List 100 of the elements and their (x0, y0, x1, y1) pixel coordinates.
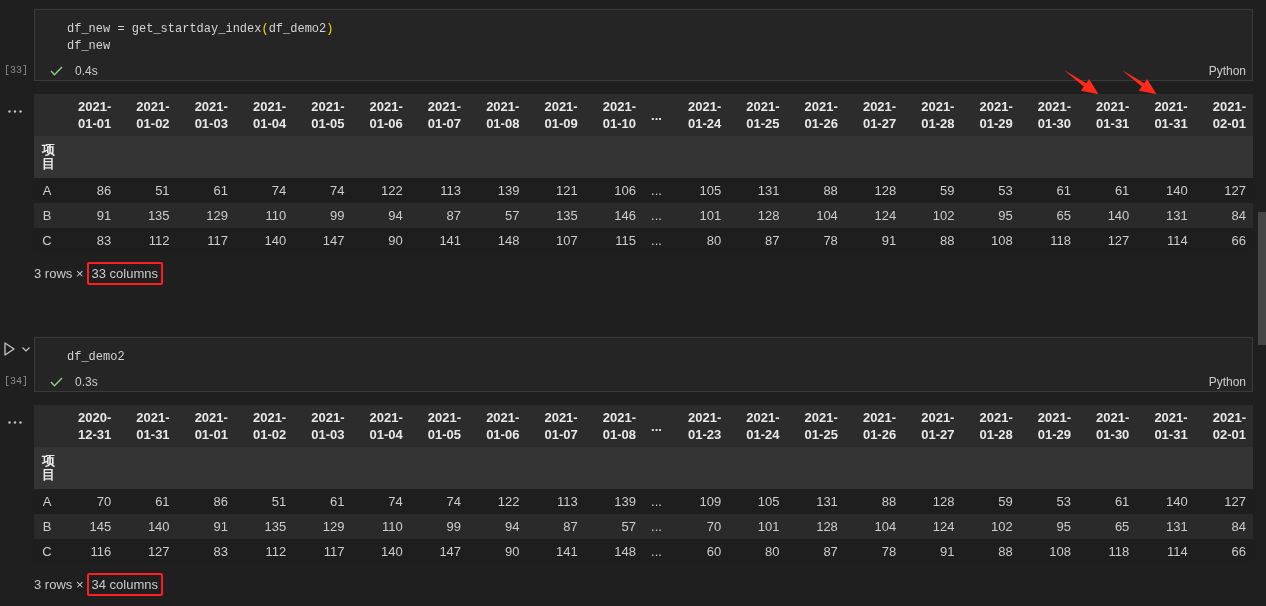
column-header: 2021-01-10 (602, 99, 636, 131)
column-header: 2021-01-02 (136, 99, 170, 131)
code-cell[interactable]: df_demo2 0.3s Python (34, 337, 1253, 392)
execution-time: 0.4s (75, 64, 98, 78)
table-cell: 57 (584, 514, 643, 539)
row-label: B (34, 514, 60, 539)
table-cell: ... (642, 203, 670, 228)
table-shape-text: 3 rows × (34, 266, 84, 281)
table-cell: 61 (176, 178, 235, 203)
column-header: 2021-01-29 (1037, 410, 1072, 442)
table-cell: 59 (961, 489, 1020, 514)
table-cell: 113 (526, 489, 585, 514)
column-header: 2021-01-01 (78, 99, 112, 131)
table-cell: 128 (903, 489, 962, 514)
table-cell: 87 (786, 539, 845, 564)
table-cell: 80 (669, 228, 729, 253)
table-cell: 105 (669, 178, 729, 203)
table-cell: 88 (903, 228, 962, 253)
table-cell: 140 (118, 514, 177, 539)
column-header: 2021-01-24 (746, 410, 780, 442)
table-cell: 112 (118, 228, 177, 253)
table-cell: 101 (728, 514, 787, 539)
table-cell: 127 (118, 539, 177, 564)
table-cell: 99 (409, 514, 469, 539)
column-header: 2021-01-07 (544, 410, 578, 442)
table-cell: 94 (351, 203, 410, 228)
table-cell: 95 (961, 203, 1020, 228)
table-cell: 70 (60, 489, 119, 514)
table-cell: 121 (526, 178, 585, 203)
ellipsis-icon[interactable] (8, 421, 22, 424)
table-cell: 86 (60, 178, 119, 203)
table-cell: 116 (60, 539, 119, 564)
table-cell: 61 (1078, 178, 1137, 203)
column-header: 2021-01-07 (427, 99, 462, 131)
table-cell: 127 (1194, 489, 1253, 514)
table-cell: 148 (584, 539, 643, 564)
play-icon[interactable] (4, 342, 15, 356)
column-header: 2021-01-02 (252, 410, 287, 442)
table-cell: 74 (293, 178, 352, 203)
table-cell: 118 (1078, 539, 1137, 564)
chevron-down-icon[interactable] (22, 346, 30, 352)
table-cell: 102 (961, 514, 1020, 539)
table-cell: 84 (1194, 203, 1253, 228)
ellipsis-icon[interactable] (8, 110, 22, 113)
scrollbar-thumb[interactable] (1258, 212, 1266, 345)
column-header: 2021-01-08 (486, 99, 520, 131)
table-cell: 110 (351, 514, 410, 539)
column-header: 2021-01-08 (602, 410, 636, 442)
row-label: C (34, 539, 60, 564)
table-cell: 106 (584, 178, 643, 203)
table-cell: 114 (1136, 539, 1195, 564)
table-cell: 84 (1194, 514, 1253, 539)
column-header: ... (651, 418, 662, 434)
table-cell: 129 (293, 514, 352, 539)
language-label[interactable]: Python (1208, 375, 1246, 389)
table-cell: 147 (409, 539, 469, 564)
table-cell: 65 (1019, 203, 1079, 228)
table-cell: 74 (234, 178, 294, 203)
column-header: 2021-01-06 (369, 99, 403, 131)
table-cell: 129 (176, 203, 235, 228)
column-header: 2021-01-28 (921, 99, 955, 131)
column-header: 2020-12-31 (78, 410, 112, 442)
row-label: A (34, 178, 60, 203)
table-cell: 135 (118, 203, 177, 228)
code-cell[interactable]: df_new = get_startday_index(df_demo2) df_new 0.4s Python (34, 9, 1253, 81)
table-cell: 108 (1019, 539, 1079, 564)
column-header: 2021-01-03 (194, 99, 228, 131)
column-header: 2021-01-31 (1154, 410, 1188, 442)
column-header: ... (651, 107, 662, 123)
table-cell: 102 (903, 203, 962, 228)
language-label[interactable]: Python (1208, 64, 1246, 78)
row-label: C (34, 228, 60, 253)
table-cell: 91 (176, 514, 235, 539)
table-cell: 110 (234, 203, 294, 228)
code-line: df_demo2 (67, 349, 125, 366)
table-cell: 127 (1078, 228, 1137, 253)
column-header: 2021-01-23 (688, 410, 722, 442)
column-header: 2021-01-01 (194, 410, 228, 442)
column-header: 2021-01-26 (862, 410, 897, 442)
row-label: B (34, 203, 60, 228)
table-cell: 53 (961, 178, 1020, 203)
table-cell: 101 (669, 203, 729, 228)
table-cell: 140 (234, 228, 294, 253)
column-header: 2021-01-31 (136, 410, 170, 442)
table-cell: 135 (234, 514, 294, 539)
table-cell: 108 (961, 228, 1020, 253)
execution-count: [34] (4, 375, 28, 389)
table-cell: 145 (60, 514, 119, 539)
column-header: 2021-01-04 (252, 99, 287, 131)
table-cell: 86 (176, 489, 235, 514)
table-cell: 57 (468, 203, 527, 228)
table-cell: 51 (118, 178, 177, 203)
column-header: 2021-01-04 (369, 410, 403, 442)
column-header: 2021-01-26 (804, 99, 838, 131)
table-cell: 91 (844, 228, 904, 253)
table-cell: 87 (728, 228, 787, 253)
table-cell: 94 (468, 514, 527, 539)
table-cell: 140 (351, 539, 410, 564)
table-cell: 140 (1078, 203, 1137, 228)
column-header: 2021-01-25 (804, 410, 838, 442)
